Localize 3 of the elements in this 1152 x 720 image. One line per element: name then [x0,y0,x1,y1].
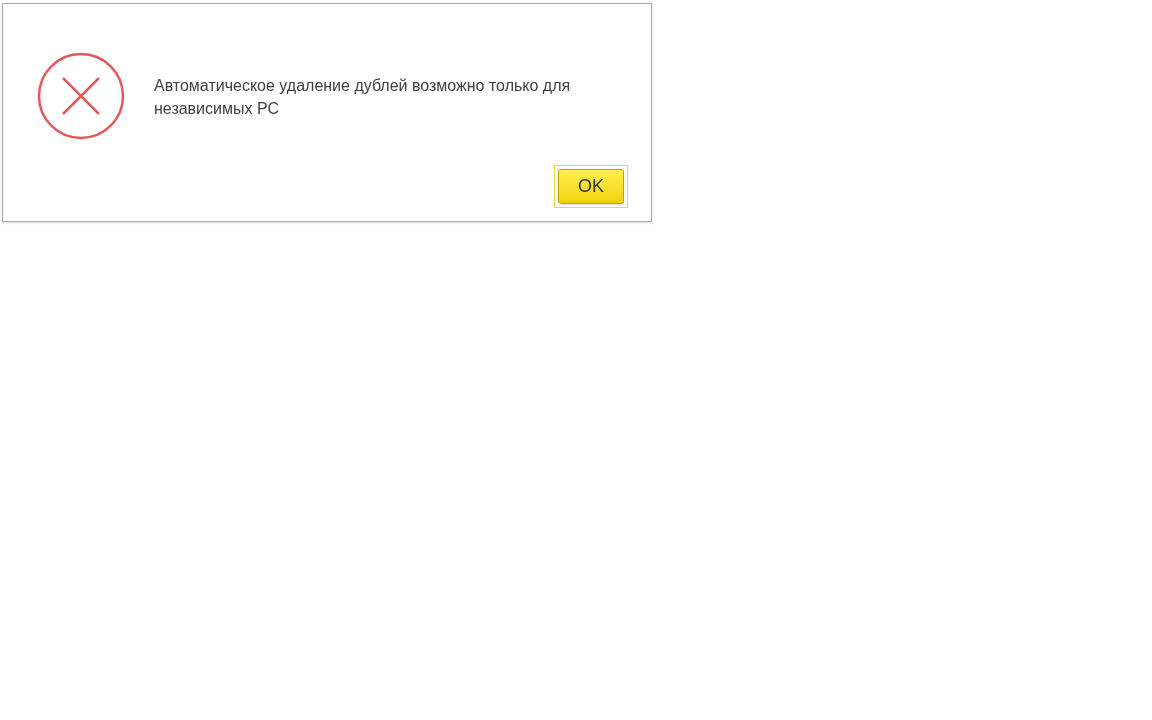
error-icon [37,52,125,140]
ok-button[interactable]: OK [558,169,624,204]
message-text: Автоматическое удаление дублей возможно только для независимых РС [154,76,572,119]
